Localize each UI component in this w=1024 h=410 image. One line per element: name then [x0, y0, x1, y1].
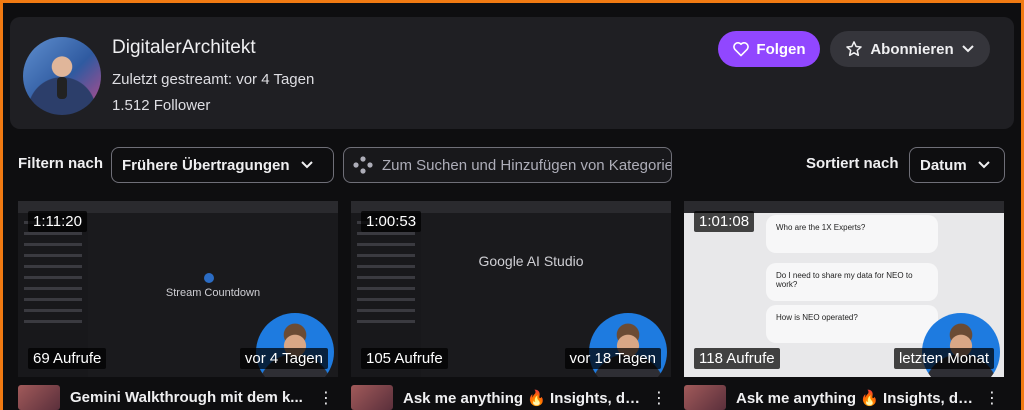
last-streamed-text: Zuletzt gestreamt: vor 4 Tagen — [112, 71, 315, 88]
duration-badge: 1:11:20 — [28, 211, 87, 232]
category-search-input[interactable]: Zum Suchen und Hinzufügen von Kategorien — [343, 147, 672, 183]
video-card[interactable]: Stream Countdown 1:11:20 69 Aufrufe vor … — [18, 201, 338, 410]
more-options-icon[interactable]: ⋮ — [318, 388, 334, 408]
sort-dropdown-value: Datum — [920, 156, 967, 174]
video-thumbnail[interactable]: Stream Countdown 1:11:20 69 Aufrufe vor … — [18, 201, 338, 377]
subscribe-button[interactable]: Abonnieren — [830, 31, 990, 67]
video-meta: Ask me anything 🔥 Insights, di... ⋮ — [351, 385, 671, 410]
age-badge: vor 4 Tagen — [239, 348, 328, 369]
duration-badge: 1:01:08 — [694, 211, 755, 232]
page-frame: DigitalerArchitekt Zuletzt gestreamt: vo… — [3, 3, 1021, 410]
video-thumbnail[interactable]: Google AI Studio 1:00:53 105 Aufrufe vor… — [351, 201, 671, 377]
filter-dropdown[interactable]: Frühere Übertragungen — [111, 147, 334, 183]
thumbnail-dot — [204, 273, 214, 283]
duration-badge: 1:00:53 — [361, 211, 422, 232]
sort-label: Sortiert nach — [806, 155, 899, 172]
channel-avatar[interactable] — [23, 37, 101, 115]
view-count-badge: 118 Aufrufe — [694, 348, 780, 369]
thumbnail-caption: Google AI Studio — [478, 253, 584, 269]
thumbnail-faq-panel: Do I need to share my data for NEO to wo… — [766, 263, 938, 301]
microphone-graphic — [57, 77, 67, 99]
follower-count: 1.512 Follower — [112, 97, 211, 114]
heart-icon — [732, 41, 750, 57]
thumbnail-faq-panel: How is NEO operated? — [766, 305, 938, 343]
follow-button[interactable]: Folgen — [718, 31, 820, 67]
video-card[interactable]: Who are the 1X Experts? Do I need to sha… — [684, 201, 1004, 410]
video-thumbnail[interactable]: Who are the 1X Experts? Do I need to sha… — [684, 201, 1004, 377]
chevron-down-icon — [977, 160, 991, 170]
channel-mini-avatar[interactable] — [684, 385, 726, 410]
filter-dropdown-value: Frühere Übertragungen — [122, 156, 290, 174]
thumbnail-caption: Stream Countdown — [165, 287, 261, 299]
video-meta: Gemini Walkthrough mit dem k... ⋮ — [18, 385, 338, 410]
view-count-badge: 105 Aufrufe — [361, 348, 448, 369]
age-badge: vor 18 Tagen — [564, 348, 661, 369]
channel-header: DigitalerArchitekt Zuletzt gestreamt: vo… — [10, 17, 1014, 129]
video-title[interactable]: Ask me anything 🔥 Insights, di... — [736, 389, 974, 407]
channel-mini-avatar[interactable] — [18, 385, 60, 410]
channel-name[interactable]: DigitalerArchitekt — [112, 37, 256, 59]
chevron-down-icon — [961, 44, 975, 54]
channel-mini-avatar[interactable] — [351, 385, 393, 410]
subscribe-label: Abonnieren — [870, 40, 954, 58]
thumbnail-faq-panel: Who are the 1X Experts? — [766, 215, 938, 253]
video-card[interactable]: Google AI Studio 1:00:53 105 Aufrufe vor… — [351, 201, 671, 410]
view-count-badge: 69 Aufrufe — [28, 348, 107, 369]
more-options-icon[interactable]: ⋮ — [984, 388, 1000, 408]
chevron-down-icon — [300, 160, 314, 170]
video-title[interactable]: Ask me anything 🔥 Insights, di... — [403, 389, 641, 407]
video-meta: Ask me anything 🔥 Insights, di... ⋮ — [684, 385, 1004, 410]
age-badge: letzten Monat — [893, 348, 994, 369]
search-placeholder: Zum Suchen und Hinzufügen von Kategorien — [382, 156, 672, 174]
video-title[interactable]: Gemini Walkthrough mit dem k... — [70, 389, 308, 406]
follow-label: Folgen — [756, 40, 806, 58]
star-icon — [845, 40, 863, 58]
gamepad-icon — [352, 155, 374, 175]
sort-dropdown[interactable]: Datum — [909, 147, 1005, 183]
more-options-icon[interactable]: ⋮ — [651, 388, 667, 408]
filter-label: Filtern nach — [18, 155, 104, 172]
